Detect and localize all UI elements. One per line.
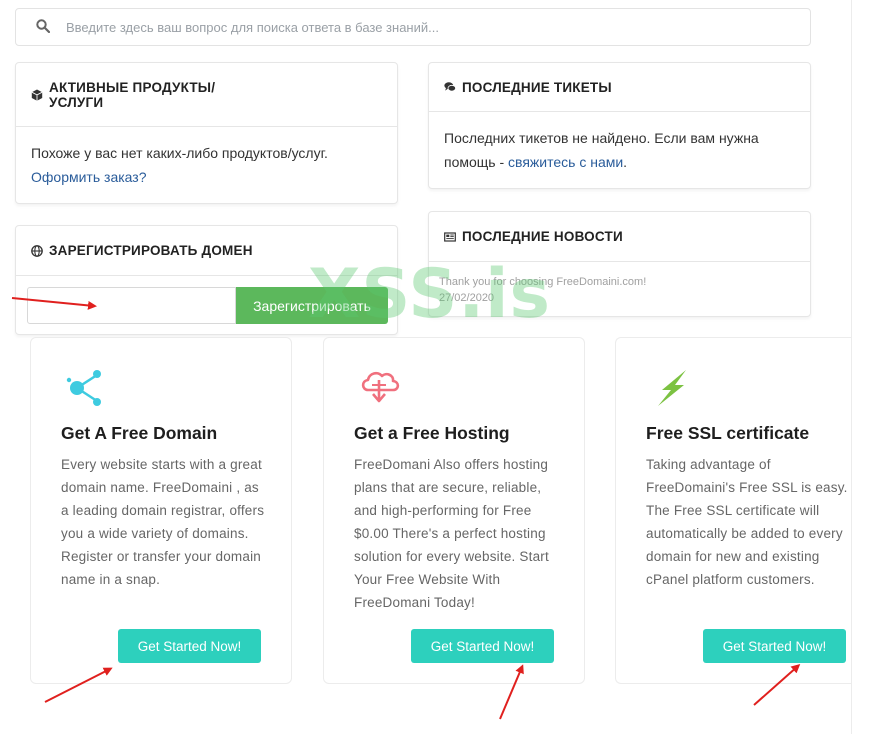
get-started-button[interactable]: Get Started Now!: [118, 629, 261, 663]
cube-icon: [31, 89, 43, 101]
get-started-button[interactable]: Get Started Now!: [411, 629, 554, 663]
news-date: 27/02/2020: [439, 292, 495, 304]
panel-title: Последние новости: [462, 229, 623, 244]
news-item[interactable]: Thank you for choosing FreeDomaini.com! …: [429, 262, 810, 318]
share-network-icon: [66, 370, 101, 406]
panel-title: Активные продукты/ услуги: [49, 79, 216, 110]
get-started-button[interactable]: Get Started Now!: [703, 629, 846, 663]
search-input[interactable]: [66, 9, 796, 45]
contact-us-link[interactable]: свяжитесь с нами: [508, 154, 623, 170]
panel-body: Последних тикетов не найдено. Если вам н…: [429, 112, 810, 188]
card-title: Get a Free Hosting: [354, 423, 510, 443]
panel-header: Активные продукты/ услуги: [16, 63, 397, 127]
panel-header: Последние новости: [429, 212, 810, 262]
no-products-message: Похоже у вас нет каких-либо продуктов/ус…: [31, 145, 328, 161]
newspaper-icon: [444, 231, 456, 242]
globe-icon: [31, 244, 43, 257]
panel-title: Последние тикеты: [462, 79, 612, 95]
card-title: Free SSL certificate: [646, 423, 810, 443]
message-end: .: [623, 154, 628, 170]
latest-news-panel: Последние новости Thank you for choosing…: [428, 211, 811, 317]
card-description: Every website starts with a great domain…: [61, 457, 265, 587]
active-products-panel: Активные продукты/ услуги Похоже у вас н…: [15, 62, 398, 204]
recent-tickets-panel: Последние тикеты Последних тикетов не на…: [428, 62, 811, 189]
news-title: Thank you for choosing FreeDomaini.com!: [439, 276, 647, 288]
card-description: Taking advantage of FreeDomaini's Free S…: [646, 457, 848, 587]
panel-body: Похоже у вас нет каких-либо продуктов/ус…: [16, 127, 397, 203]
right-edge-strip: [851, 0, 885, 734]
panel-title: Зарегистрировать домен: [49, 243, 253, 258]
card-title: Get A Free Domain: [61, 423, 218, 443]
comments-icon: [444, 82, 456, 92]
register-domain-panel: Зарегистрировать домен Зарегистрировать: [15, 225, 398, 335]
register-domain-button[interactable]: Зарегистрировать: [236, 287, 388, 324]
order-link[interactable]: Оформить заказ?: [31, 169, 147, 185]
domain-input[interactable]: [27, 287, 236, 324]
knowledgebase-search: [15, 8, 811, 46]
cloud-download-icon: [361, 371, 400, 403]
client-area-page: Активные продукты/ услуги Похоже у вас н…: [0, 0, 885, 734]
feature-card-free-ssl: Free SSL certificate Taking advantage of…: [615, 337, 851, 684]
card-description: FreeDomani Also offers hosting plans tha…: [354, 457, 549, 610]
panel-header: Последние тикеты: [429, 63, 810, 112]
panel-header: Зарегистрировать домен: [16, 226, 397, 276]
feature-card-free-hosting: Get a Free Hosting FreeDomani Also offer…: [323, 337, 585, 684]
lightning-bolt-icon: [658, 370, 686, 406]
feature-card-free-domain: Get A Free Domain Every website starts w…: [30, 337, 292, 684]
search-icon: [36, 19, 50, 33]
